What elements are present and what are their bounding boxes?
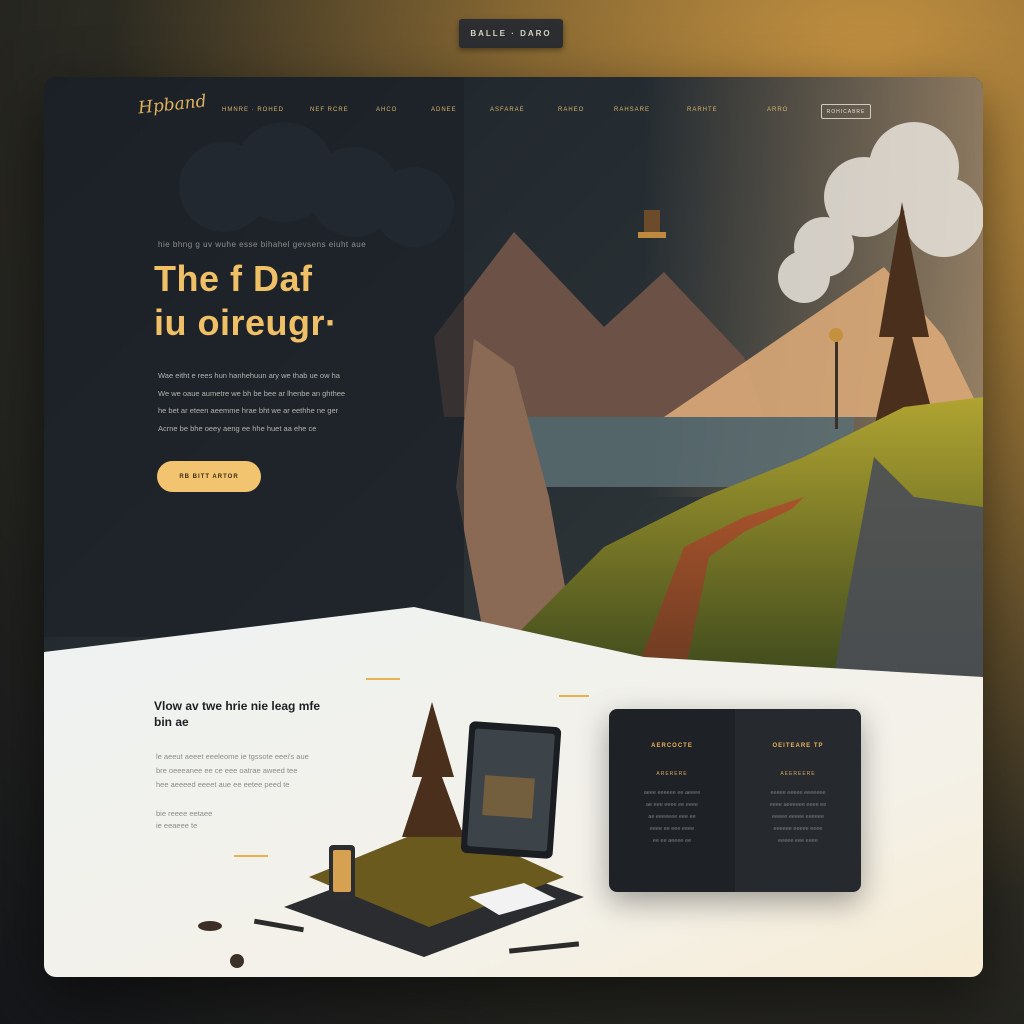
section-link[interactable]: bie reeee eetaee ie eeaeee te bbox=[156, 808, 212, 832]
info-panel-line: eeeee eee eeee bbox=[778, 838, 818, 844]
nav-item-7[interactable]: RAHSARE bbox=[614, 107, 687, 113]
top-label-pill: BALLE · DARO bbox=[459, 19, 563, 48]
info-panel-line: ae eeeeeee eee ee bbox=[648, 814, 696, 820]
info-panel: AERCOCTE ARERERE aeee eeeeee ee aeeee ae… bbox=[609, 709, 861, 892]
nav-cta-button[interactable]: ROHICABRE bbox=[821, 104, 871, 119]
section-body-line: le aeeut aeeet eeeleome ie tgssote eeei'… bbox=[156, 752, 309, 761]
hero-cta-button[interactable]: RB BITT ARTOR bbox=[157, 461, 261, 492]
nav-item-8[interactable]: RARHTE bbox=[687, 107, 767, 113]
website-mockup-card: Hpband HMNRE · ROHED NEF RCRE AHCO ADNEE… bbox=[44, 77, 983, 977]
nav-item-2[interactable]: NEF RCRE bbox=[310, 107, 376, 113]
nav-item-9[interactable]: ARRO bbox=[767, 107, 807, 113]
hero-eyebrow: hie bhng g uv wuhe esse bihahel gevsens … bbox=[158, 240, 367, 249]
info-panel-heading: AERCOCTE bbox=[651, 743, 693, 749]
nav-item-5[interactable]: ASFARAE bbox=[490, 107, 558, 113]
nav-item-1[interactable]: HMNRE · ROHED bbox=[222, 107, 310, 113]
info-panel-line: eeeee eeeee eeeeeee bbox=[770, 790, 826, 796]
info-panel-subheading: AEEREERE bbox=[780, 771, 816, 777]
hero-title: The f Daf iu oireugr· bbox=[154, 257, 338, 345]
info-panel-line: eeee ee eee eeee bbox=[649, 826, 695, 832]
section-title-line-2: bin ae bbox=[154, 715, 189, 729]
hero-body-line: Wae eitht e rees hun hanhehuun ary we th… bbox=[158, 371, 340, 380]
info-panel-line: eeeee eeeee eeeeee bbox=[772, 814, 824, 820]
info-panel-column-1: AERCOCTE ARERERE aeee eeeeee ee aeeee ae… bbox=[609, 743, 735, 847]
nav-item-4[interactable]: ADNEE bbox=[431, 107, 490, 113]
info-panel-line: ee ee aeeee ee bbox=[652, 838, 692, 844]
hero-body-line: Acrne be bhe oeey aeng ee hhe huet aa eh… bbox=[158, 423, 317, 433]
main-nav: HMNRE · ROHED NEF RCRE AHCO ADNEE ASFARA… bbox=[222, 107, 807, 113]
hero-title-line-1: The f Daf bbox=[154, 258, 313, 299]
hero-body-line: he bet ar eteen aeemme hrae bht we ar ee… bbox=[158, 406, 339, 415]
section-body-line: bre oeeeanee ee ce eee oatrae aweed tee bbox=[156, 766, 298, 775]
info-panel-line: ae eee eeee ee eeee bbox=[646, 802, 698, 808]
hero-body-line: We we oaue aumetre we bh be bee ar lhenb… bbox=[158, 388, 346, 398]
nav-item-3[interactable]: AHCO bbox=[376, 107, 431, 113]
info-panel-line: aeee eeeeee ee aeeee bbox=[643, 790, 701, 796]
tablet-illustration bbox=[460, 721, 562, 859]
section-link-line: bie reeee eetaee bbox=[156, 809, 213, 818]
info-panel-line: eeeeee eeeee eeee bbox=[773, 826, 823, 832]
section-body: le aeeut aeeet eeeleome ie tgssote eeei'… bbox=[156, 750, 309, 792]
section-link-line: ie eeaeee te bbox=[156, 821, 198, 830]
hero-body: Wae eitht e rees hun hanhehuun ary we th… bbox=[158, 367, 345, 437]
section-title: Vlow av twe hrie nie leag mfe bin ae bbox=[154, 698, 320, 730]
info-panel-subheading: ARERERE bbox=[656, 771, 688, 777]
section-body-line: hee aeeeed eeeet aue ee eetee peed te bbox=[156, 780, 290, 789]
info-panel-heading: OEITEARE TP bbox=[772, 743, 824, 749]
hero-title-line-2: iu oireugr· bbox=[154, 302, 338, 343]
section-title-line-1: Vlow av twe hrie nie leag mfe bbox=[154, 699, 321, 713]
nav-item-6[interactable]: RAHEO bbox=[558, 107, 614, 113]
info-panel-line: eeee aeeeeee eeee ee bbox=[769, 802, 827, 808]
info-panel-column-2: OEITEARE TP AEEREERE eeeee eeeee eeeeeee… bbox=[735, 743, 861, 847]
